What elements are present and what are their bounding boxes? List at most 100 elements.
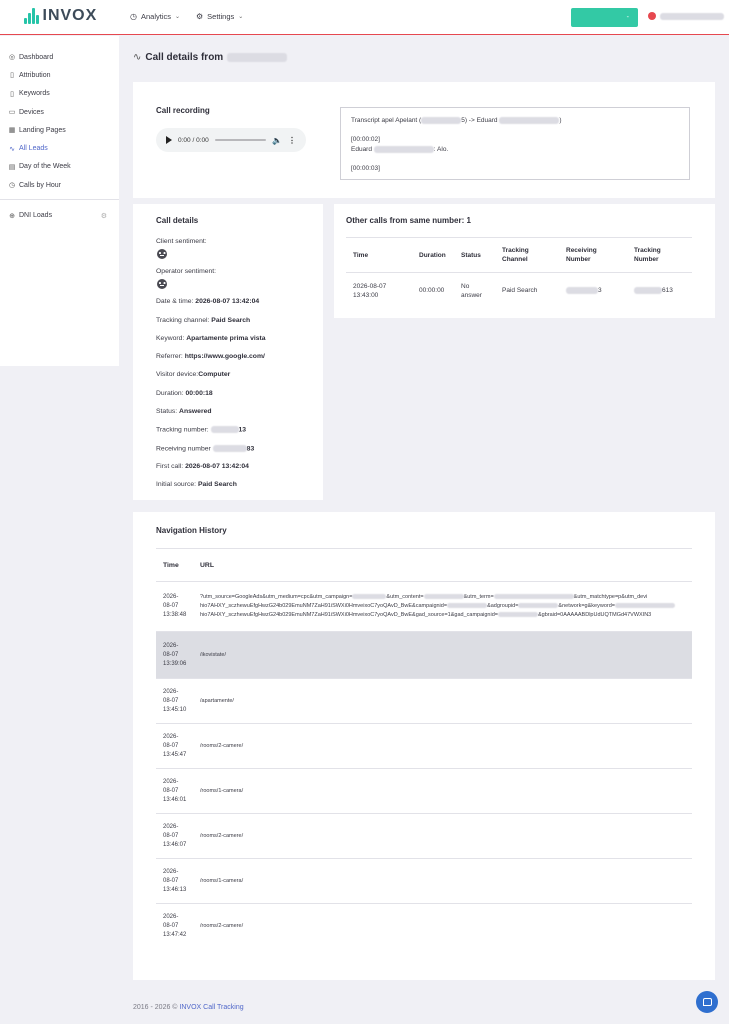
table-row: 2026- 08-07 13:45:10 /apartamente/ xyxy=(156,678,692,724)
table-row: 2026- 08-07 13:46:01 /rooms/1-camera/ xyxy=(156,768,692,814)
call-tracking: 613 xyxy=(627,273,692,309)
sidebar-item-label: Keywords xyxy=(19,90,50,98)
date-part: 2026- xyxy=(163,594,179,600)
play-icon[interactable] xyxy=(166,136,172,144)
nav-url: /rooms/1-camera/ xyxy=(193,858,692,904)
col-time: Time xyxy=(156,548,193,582)
sidebar-item-keywords[interactable]: ▯ Keywords xyxy=(0,85,119,103)
footer: 2016 - 2026 © INVOX Call Tracking xyxy=(133,1004,244,1011)
neutral-face-icon xyxy=(157,249,167,259)
sidebar-item-landing-pages[interactable]: ▦ Landing Pages xyxy=(0,121,119,139)
col-tracking-number[interactable]: Tracking Number xyxy=(627,237,692,273)
col-duration[interactable]: Duration xyxy=(412,237,454,273)
detail-initial-source: Initial source: Paid Search xyxy=(156,481,237,488)
value: Apartamente prima vista xyxy=(186,335,266,342)
call-time-link[interactable]: 2026-08-07 13:43:00 xyxy=(346,273,412,309)
col-tracking-channel[interactable]: Tracking Channel xyxy=(495,237,559,273)
time-part: 13:46:13 xyxy=(163,886,187,893)
redacted xyxy=(421,116,462,124)
redacted xyxy=(447,603,488,609)
transcript-box: Transcript apel Apelant (5) -> Eduard ) … xyxy=(340,107,690,180)
chat-widget-button[interactable] xyxy=(696,991,718,1013)
redacted xyxy=(634,287,662,295)
time-part: 13:45:10 xyxy=(163,706,187,713)
nav-url: /rooms/2-camere/ xyxy=(200,922,244,929)
redacted xyxy=(499,116,560,124)
logo[interactable]: INVOX xyxy=(24,8,97,24)
date-part: 08-07 xyxy=(163,787,179,794)
date-part: 2026- xyxy=(163,733,179,740)
settings-label: Settings xyxy=(207,12,235,21)
transcript-header-mid: 5) -> Eduard xyxy=(461,117,498,124)
table-row: 2026- 08-07 13:45:47 /rooms/2-camere/ xyxy=(156,723,692,769)
sidebar-item-dashboard[interactable]: ◎ Dashboard xyxy=(0,48,119,66)
sidebar-item-label: DNI Loads xyxy=(19,212,53,220)
logo-bars-icon xyxy=(24,8,39,24)
date-part: 08-07 xyxy=(163,651,179,658)
detail-duration: Duration: 00:00:18 xyxy=(156,390,213,397)
time-part: 13:39:06 xyxy=(163,660,187,667)
nav-time: 2026- 08-07 13:46:13 xyxy=(156,858,193,904)
date-part: 2026- xyxy=(163,868,179,875)
col-receiving-number[interactable]: Receiving Number xyxy=(559,237,627,273)
label: Receiving number xyxy=(156,445,213,453)
nav-time: 2026- 08-07 13:45:10 xyxy=(156,678,193,724)
col-status[interactable]: Status xyxy=(454,237,495,273)
transcript-timestamp: [00:00:02] xyxy=(351,136,380,143)
clock-icon: ◷ xyxy=(8,182,16,190)
footer-brand-link[interactable]: INVOX Call Tracking xyxy=(179,1004,243,1011)
settings-small-icon[interactable]: ⚙ xyxy=(101,212,107,220)
dashboard-icon: ◎ xyxy=(8,54,16,62)
nav-url: /apartamente/ xyxy=(193,678,692,724)
label: Keyword: xyxy=(156,335,187,342)
sidebar-item-dni-loads[interactable]: ⊕ DNI Loads ⚙ xyxy=(0,206,119,224)
analytics-menu[interactable]: ◷ Analytics ⌄ xyxy=(130,12,180,21)
bookmark-icon: ▯ xyxy=(10,72,14,80)
chevron-down-icon: ⌄ xyxy=(238,14,244,20)
table-row[interactable]: 2026-08-07 13:43:00 00:00:00 No answer P… xyxy=(346,273,692,309)
redacted xyxy=(566,287,598,295)
date-part: 08-07 xyxy=(163,832,179,839)
sidebar-item-all-leads[interactable]: ∿ All Leads xyxy=(0,139,119,157)
detail-referrer: Referrer: https://www.google.com/ xyxy=(156,353,265,360)
value: 13 xyxy=(238,426,247,434)
table-row: 2026- 08-07 13:46:07 /rooms/2-camere/ xyxy=(156,813,692,859)
nav-url: /rooms/2-camere/ xyxy=(193,813,692,859)
label: Initial source: xyxy=(156,481,198,488)
date-part: 08-07 xyxy=(163,922,179,929)
value: 00:00:18 xyxy=(185,390,213,397)
sidebar-item-day-of-week[interactable]: ▤ Day of the Week xyxy=(0,158,119,176)
brand-name: INVOX xyxy=(42,7,98,24)
redacted xyxy=(373,145,434,153)
user-menu[interactable]: ⌄ xyxy=(648,12,729,20)
value: 83 xyxy=(246,445,255,453)
audio-player[interactable]: 0:00 / 0:00 🔈 ⋮ xyxy=(156,128,306,152)
time-part: 13:46:07 xyxy=(163,841,187,848)
label: Tracking number: xyxy=(156,426,211,434)
sidebar-item-attribution[interactable]: ▯ Attribution xyxy=(0,66,119,84)
col-time[interactable]: Time xyxy=(346,237,412,273)
value: https://www.google.com/ xyxy=(184,353,265,360)
transcript-header-suffix: ) xyxy=(559,117,562,124)
caller-number-redacted xyxy=(227,53,288,62)
sidebar-item-calls-by-hour[interactable]: ◷ Calls by Hour xyxy=(0,176,119,194)
avatar xyxy=(648,12,656,20)
top-bar: INVOX ◷ Analytics ⌄ ⚙ Settings ⌄ - ⌄ xyxy=(0,0,729,35)
table-header-row: Time URL xyxy=(156,548,692,582)
redacted xyxy=(614,603,675,609)
sidebar-divider xyxy=(0,199,119,201)
date-part: 2026- xyxy=(163,688,179,695)
value: 2026-08-07 13:42:04 xyxy=(195,298,260,305)
audio-seek-bar[interactable] xyxy=(214,139,267,141)
label: First call: xyxy=(156,463,186,470)
sidebar-item-devices[interactable]: ▭ Devices xyxy=(0,103,119,121)
volume-icon[interactable]: 🔈 xyxy=(272,136,282,145)
primary-action-button[interactable]: - xyxy=(571,8,638,27)
more-options-icon[interactable]: ⋮ xyxy=(288,136,296,145)
call-details-title: Call details xyxy=(156,216,199,225)
gear-icon: ⚙ xyxy=(196,12,204,21)
settings-menu[interactable]: ⚙ Settings ⌄ xyxy=(196,12,243,21)
redacted xyxy=(518,603,559,609)
time-part: 13:45:47 xyxy=(163,751,187,758)
url-part: &network=g&keyword= xyxy=(558,603,615,609)
